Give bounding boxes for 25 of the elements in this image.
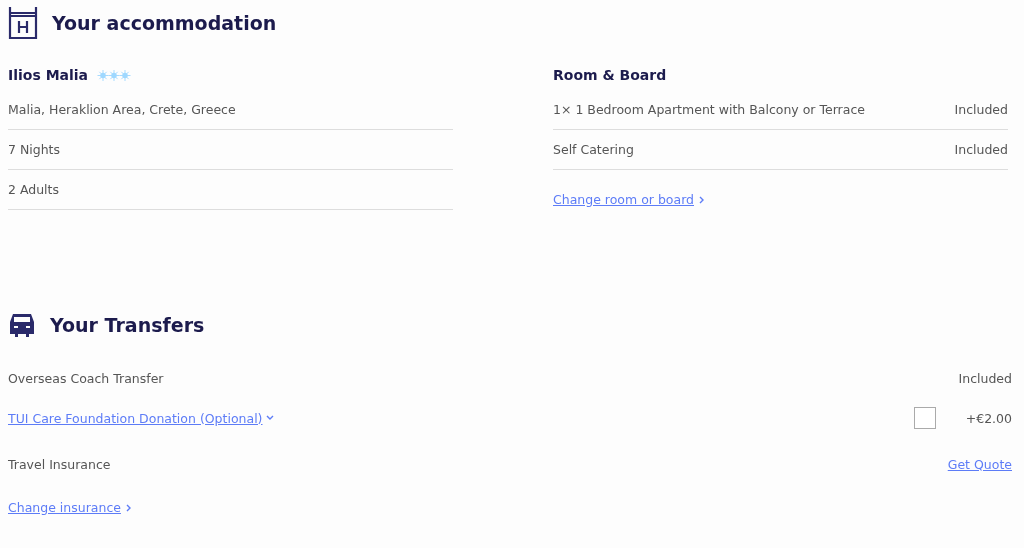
- detail-text: 7 Nights: [8, 142, 61, 157]
- price-text: +€2.00: [965, 410, 1012, 426]
- donation-checkbox[interactable]: [913, 407, 936, 429]
- included-text: Included: [954, 102, 1008, 117]
- detail-text: Malia, Heraklion Area, Crete, Greece: [8, 102, 236, 117]
- room-label: Self Catering: [553, 142, 634, 157]
- chevron-icon: [124, 503, 133, 512]
- hotel-name: Ilios Malia: [8, 67, 89, 83]
- subsection-title: Room & Board: [553, 67, 667, 83]
- change-room-link[interactable]: Change room or board: [553, 192, 694, 207]
- get-quote-link[interactable]: Get Quote: [947, 456, 1012, 472]
- donation-link[interactable]: TUI Care Foundation Donation (Optional): [8, 410, 263, 426]
- hotel-sign-icon: [8, 7, 38, 39]
- car-icon: [8, 312, 36, 338]
- section-title: Your accommodation: [52, 12, 277, 34]
- chevron-icon: [265, 414, 274, 422]
- included-text: Included: [954, 142, 1008, 157]
- section-title: Your Transfers: [50, 314, 205, 336]
- insurance-label: Travel Insurance: [8, 456, 111, 472]
- included-text: Included: [958, 370, 1012, 386]
- chevron-icon: [698, 195, 706, 204]
- detail-text: 2 Adults: [8, 182, 59, 197]
- room-label: 1× 1 Bedroom Apartment with Balcony or Terrace: [553, 102, 865, 117]
- transfer-label: Overseas Coach Transfer: [8, 370, 164, 386]
- change-insurance-link[interactable]: Change insurance: [8, 500, 121, 515]
